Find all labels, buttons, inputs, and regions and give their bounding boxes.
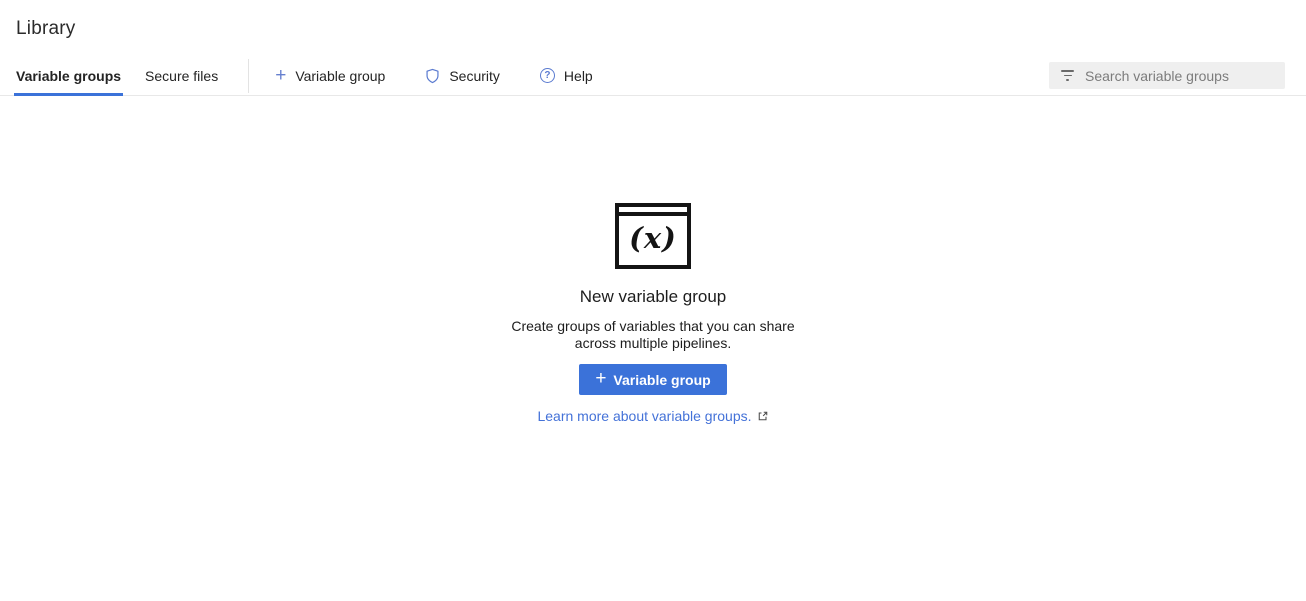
security-button[interactable]: Security — [425, 68, 500, 84]
search-input[interactable] — [1085, 68, 1277, 84]
toolbar: + Variable group Security ? Help — [275, 68, 593, 84]
help-label: Help — [564, 68, 593, 84]
shield-icon — [425, 68, 440, 84]
empty-state-title: New variable group — [580, 287, 726, 307]
add-variable-group-label: Variable group — [295, 68, 385, 84]
security-label: Security — [449, 68, 500, 84]
help-button[interactable]: ? Help — [540, 68, 593, 84]
toolbar-divider — [248, 59, 249, 93]
filter-icon — [1061, 70, 1074, 81]
new-variable-group-button-label: Variable group — [613, 372, 710, 388]
tab-toolbar-row: Variable groups Secure files + Variable … — [0, 56, 1306, 96]
search-box[interactable] — [1049, 62, 1285, 89]
page-header: Library — [0, 0, 1306, 56]
plus-icon: + — [595, 372, 606, 386]
variable-group-icon-titlebar — [619, 207, 687, 216]
external-link-icon — [757, 410, 769, 422]
variable-group-icon: (x) — [615, 203, 691, 269]
learn-more-row: Learn more about variable groups. — [537, 408, 768, 424]
tab-secure-files-label: Secure files — [145, 68, 218, 84]
tab-variable-groups[interactable]: Variable groups — [14, 56, 123, 95]
empty-state-description: Create groups of variables that you can … — [494, 318, 812, 352]
empty-state: (x) New variable group Create groups of … — [0, 203, 1306, 424]
tabs: Variable groups Secure files — [14, 56, 220, 95]
page-title: Library — [16, 18, 1290, 40]
add-variable-group-button[interactable]: + Variable group — [275, 68, 385, 84]
new-variable-group-button[interactable]: + Variable group — [579, 364, 726, 395]
learn-more-link[interactable]: Learn more about variable groups. — [537, 408, 751, 424]
help-icon: ? — [540, 68, 555, 83]
variable-group-icon-text: (x) — [619, 216, 687, 261]
plus-icon: + — [275, 68, 286, 84]
tab-secure-files[interactable]: Secure files — [143, 56, 220, 95]
tab-variable-groups-label: Variable groups — [16, 68, 121, 84]
